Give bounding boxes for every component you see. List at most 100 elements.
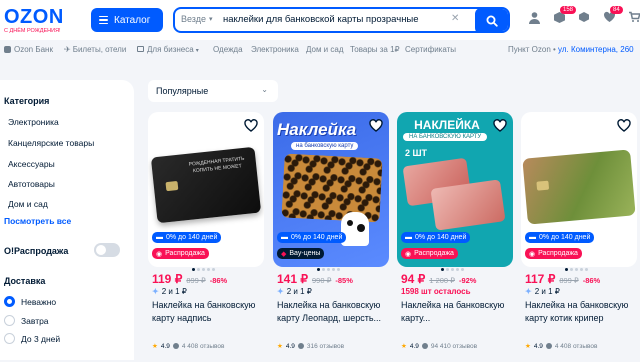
promo-text: 2 и 1 ₽ <box>535 287 560 296</box>
delivery-radio-3days[interactable] <box>4 333 15 344</box>
price-row: 117 ₽899 ₽-86% <box>525 272 600 286</box>
heart-icon[interactable] <box>617 119 631 132</box>
star-icon: ★ <box>525 342 531 350</box>
price: 141 ₽ <box>277 272 308 286</box>
category-item[interactable]: Аксессуары <box>8 159 55 169</box>
product-image[interactable]: Наклейка на банковскую карту ▬0% до 140 … <box>273 112 389 267</box>
nav-ozon-bank[interactable]: Ozon Банк <box>4 45 53 54</box>
cart-button[interactable] <box>626 9 640 25</box>
filters-sidebar: Категория Электроника Канцелярские товар… <box>0 80 134 360</box>
reviews-count[interactable]: 316 отзывов <box>307 343 344 350</box>
product-title[interactable]: Наклейка на банковскую карту... <box>401 299 513 325</box>
service-button[interactable] <box>576 9 592 25</box>
card-photo: РОЖДЕННАЯ ТРАТИТЬ КОПИТЬ НЕ МОЖЕТ <box>151 147 261 224</box>
sort-select[interactable]: Популярные ⌄ <box>148 80 278 102</box>
catalog-button[interactable]: Каталог <box>91 8 163 32</box>
delivery-radio-tomorrow[interactable] <box>4 315 15 326</box>
see-all-categories-link[interactable]: Посмотреть все <box>4 216 71 226</box>
delivery-radio-any[interactable] <box>4 296 15 307</box>
dog-figure <box>341 212 369 246</box>
chip-icon <box>536 181 549 191</box>
product-title[interactable]: Наклейка на банковскую карту надпись <box>152 299 264 325</box>
promo-line: ✦2 и 1 ₽ <box>277 287 312 296</box>
delivery-option-label: Завтра <box>21 316 49 326</box>
promo-line: ✦2 и 1 ₽ <box>152 287 187 296</box>
product-title[interactable]: Наклейка на банковскую карту Леопард, ше… <box>277 299 389 325</box>
nav-ozon-bank-label: Ozon Банк <box>14 45 53 54</box>
sort-label: Популярные <box>156 86 208 96</box>
header-icons: 158 84 <box>526 9 640 25</box>
product-card[interactable]: НАКЛЕЙКА НА БАНКОВСКУЮ КАРТУ 2 ШТ ▬0% до… <box>397 112 513 362</box>
product-card[interactable]: Наклейка на банковскую карту ▬0% до 140 … <box>273 112 389 362</box>
chip-icon <box>165 181 178 191</box>
plane-icon: ✈ <box>64 45 71 54</box>
chevron-down-icon: ⌄ <box>261 85 268 94</box>
card-print-text: РОЖДЕННАЯ ТРАТИТЬ КОПИТЬ НЕ МОЖЕТ <box>185 156 248 176</box>
rating-value: 4.9 <box>410 343 419 350</box>
pickup-point[interactable]: Пункт Ozon • ул. Коминтерна, 260 <box>508 45 634 54</box>
banknote-card-photo <box>430 179 505 230</box>
category-item[interactable]: Электроника <box>8 117 59 127</box>
price-row: 141 ₽990 ₽-85% <box>277 272 353 286</box>
product-image[interactable]: НАКЛЕЙКА НА БАНКОВСКУЮ КАРТУ 2 ШТ ▬0% до… <box>397 112 513 267</box>
search-button[interactable] <box>475 8 509 33</box>
product-image[interactable]: РОЖДЕННАЯ ТРАТИТЬ КОПИТЬ НЕ МОЖЕТ ▬0% до… <box>148 112 264 267</box>
profile-button[interactable] <box>526 9 542 25</box>
heart-icon[interactable] <box>493 119 507 132</box>
search-scope-label: Везде <box>181 14 206 24</box>
rating-row: ★4.9316 отзывов <box>277 342 344 350</box>
category-title: Категория <box>4 96 49 106</box>
nav-electronics[interactable]: Электроника <box>251 45 299 54</box>
orders-button[interactable]: 158 <box>551 9 567 25</box>
nav-home-garden[interactable]: Дом и сад <box>306 45 344 54</box>
rating-value: 4.9 <box>161 343 170 350</box>
nav-business[interactable]: Для бизнеса▾ <box>137 45 199 54</box>
card-icon: ▬ <box>281 234 288 241</box>
category-item[interactable]: Автотовары <box>8 179 55 189</box>
star-icon: ★ <box>152 342 158 350</box>
discount: -86% <box>210 276 228 285</box>
nav-clothes[interactable]: Одежда <box>213 45 243 54</box>
favorites-badge: 84 <box>610 6 623 14</box>
heart-icon[interactable] <box>244 119 258 132</box>
cat-card-photo <box>522 149 635 224</box>
favorites-button[interactable]: 84 <box>601 9 617 25</box>
image-dots <box>565 268 588 271</box>
nav-tickets[interactable]: ✈Билеты, отели <box>64 45 126 54</box>
ozon-logo[interactable]: OZON <box>4 6 64 29</box>
pickup-label: Пункт Ozon • <box>508 45 556 54</box>
search-input[interactable]: наклейки для банковской карты прозрачные <box>223 14 419 25</box>
rating-value: 4.9 <box>534 343 543 350</box>
category-item[interactable]: Дом и сад <box>8 199 48 209</box>
plus-icon: ✦ <box>277 287 284 296</box>
price-row: 119 ₽899 ₽-86% <box>152 272 227 286</box>
installment-text: 0% до 140 дней <box>291 234 342 241</box>
menu-icon <box>99 16 108 25</box>
product-card[interactable]: РОЖДЕННАЯ ТРАТИТЬ КОПИТЬ НЕ МОЖЕТ ▬0% до… <box>148 112 264 362</box>
rating-row: ★4.994 410 отзывов <box>401 342 477 350</box>
search-scope-select[interactable]: Везде ▾ <box>181 14 213 24</box>
plus-icon: ✦ <box>152 287 159 296</box>
reviews-count[interactable]: 94 410 отзывов <box>431 343 477 350</box>
old-price: 899 ₽ <box>559 276 578 285</box>
search-bar[interactable]: Везде ▾ наклейки для банковской карты пр… <box>173 7 510 33</box>
reviews-count[interactable]: 4 408 отзывов <box>555 343 598 350</box>
promo-text: 2 и 1 ₽ <box>287 287 312 296</box>
product-card[interactable]: ▬0% до 140 дней ◉Распродажа 117 ₽899 ₽-8… <box>521 112 637 362</box>
heart-icon[interactable] <box>369 119 383 132</box>
product-title[interactable]: Наклейка на банковскую карту котик крипе… <box>525 299 637 325</box>
stock-left: 1598 шт осталось <box>401 287 471 296</box>
sale-toggle[interactable] <box>94 243 120 257</box>
clear-icon[interactable]: ✕ <box>451 13 459 24</box>
sale-badge: ◉Распродажа <box>401 248 458 259</box>
nav-one-ruble[interactable]: Товары за 1₽ <box>350 45 400 54</box>
product-image[interactable]: ▬0% до 140 дней ◉Распродажа <box>521 112 637 267</box>
tag-icon: ◉ <box>156 250 162 258</box>
category-item[interactable]: Канцелярские товары <box>8 138 94 148</box>
image-dots <box>317 268 340 271</box>
price: 117 ₽ <box>525 272 555 286</box>
reviews-count[interactable]: 4 408 отзывов <box>182 343 225 350</box>
nav-certificates[interactable]: Сертификаты <box>405 45 456 54</box>
price: 94 ₽ <box>401 272 425 286</box>
installment-text: 0% до 140 дней <box>539 234 590 241</box>
